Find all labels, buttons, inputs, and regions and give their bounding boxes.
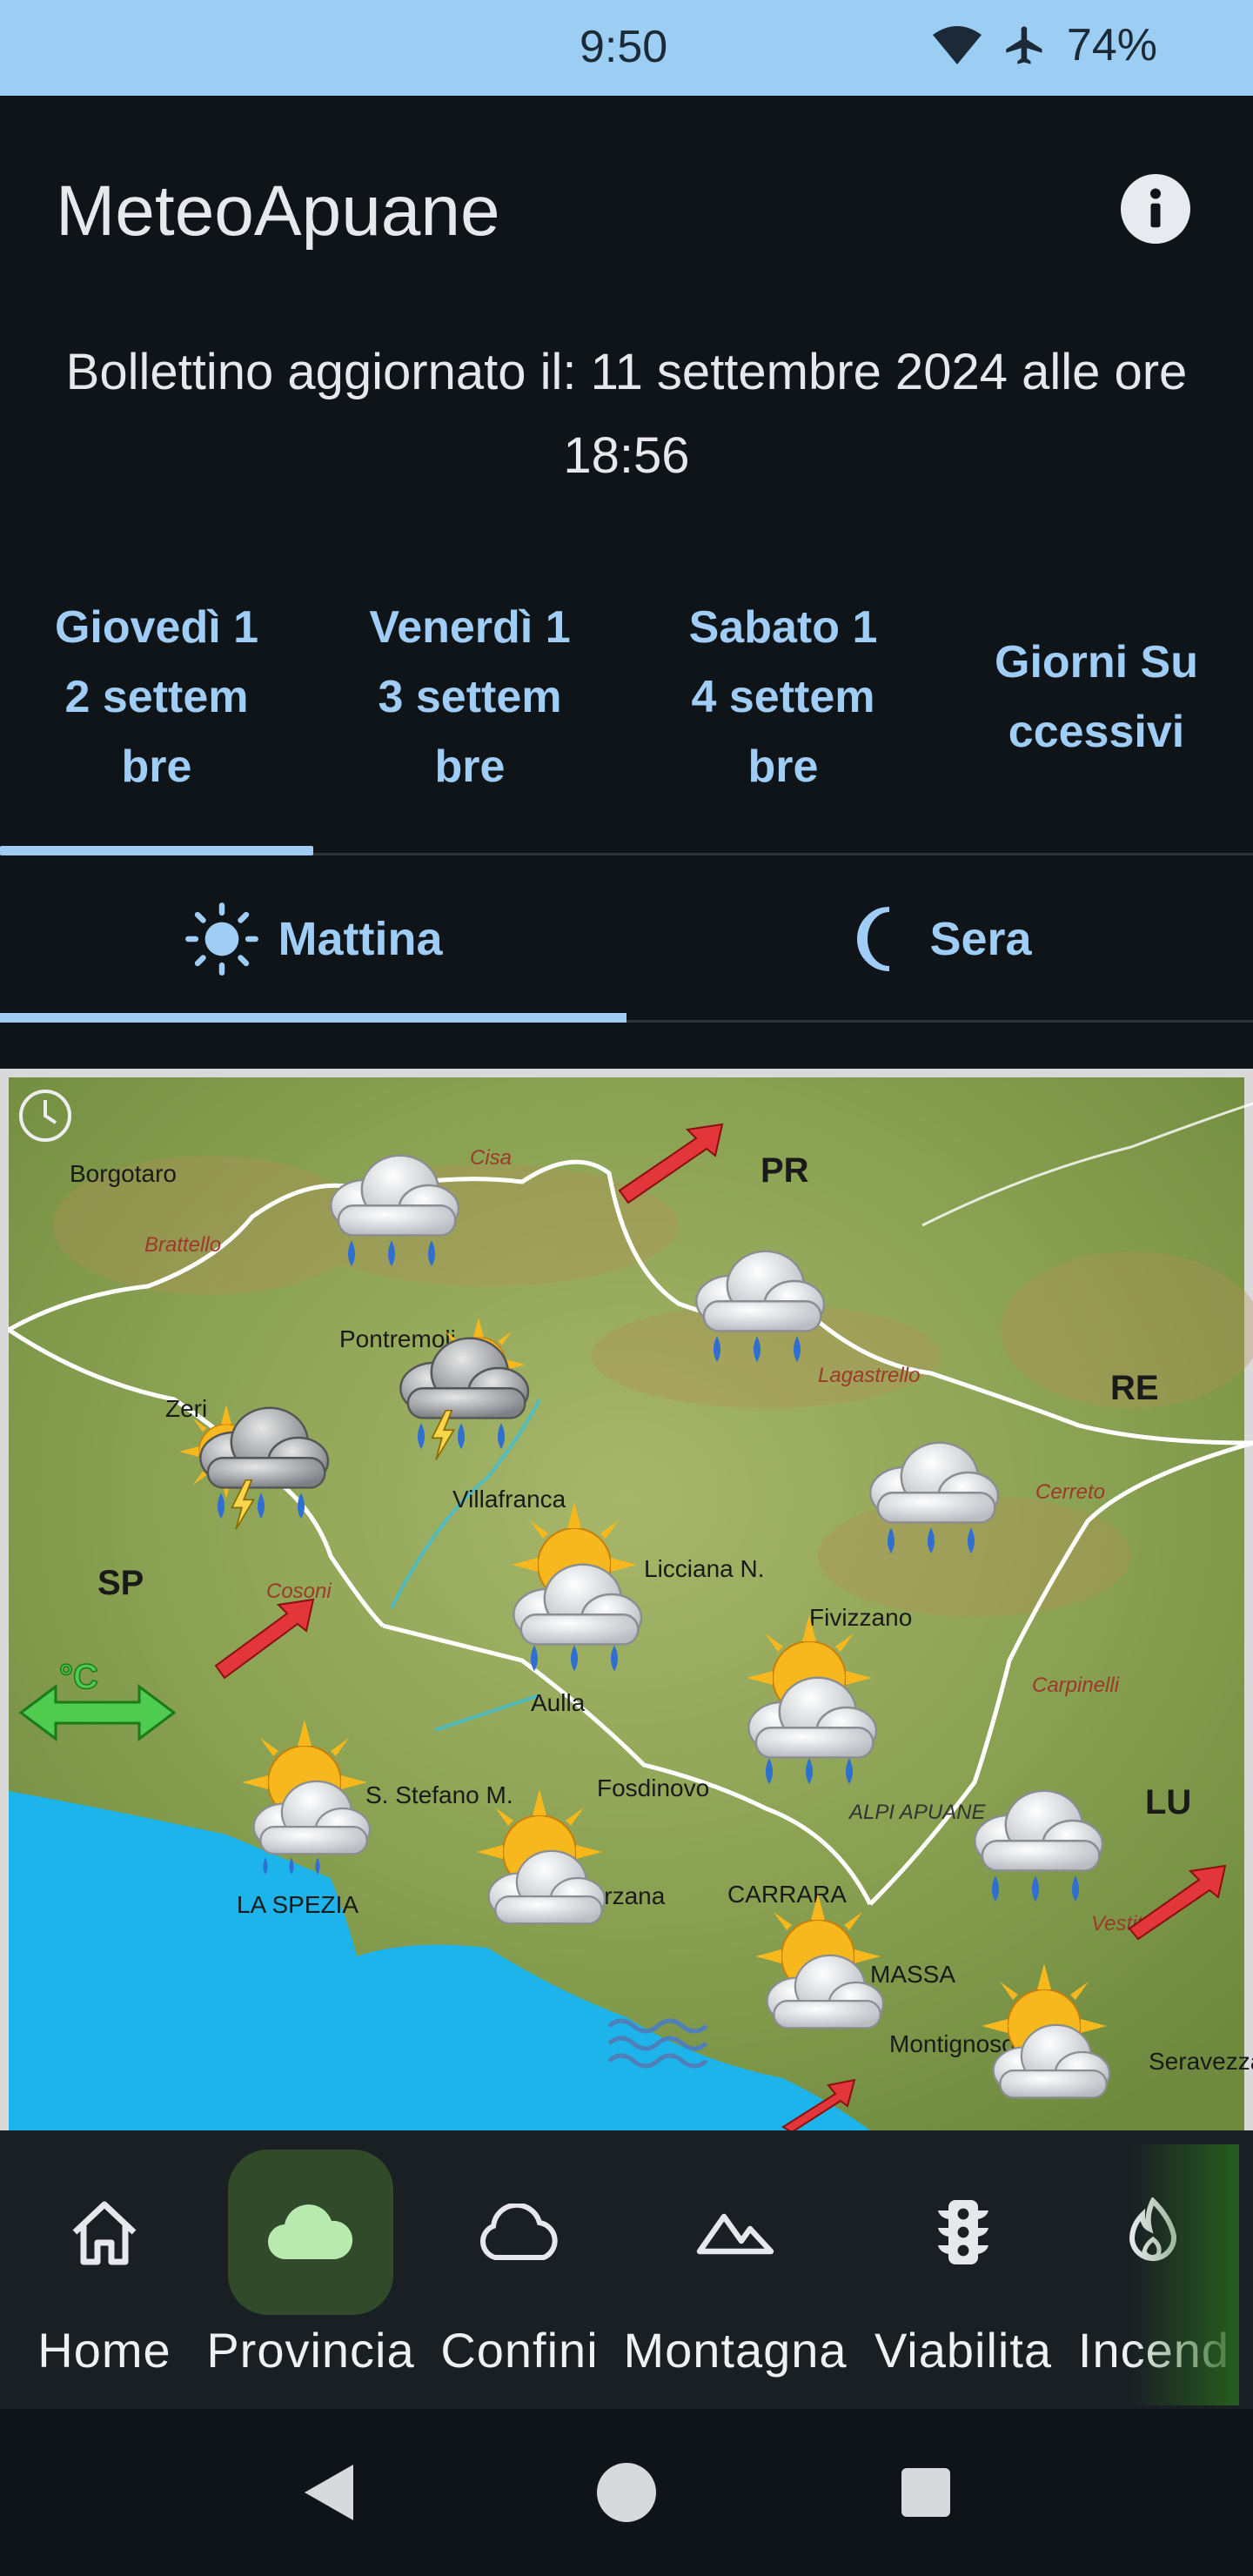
- home-button[interactable]: [595, 2461, 658, 2524]
- place-label: MASSA: [870, 1961, 955, 1988]
- nav-provincia[interactable]: Provincia: [200, 2130, 421, 2409]
- place-label: S. Stefano M.: [365, 1781, 513, 1808]
- place-label: CARRARA: [727, 1881, 847, 1908]
- place-label: Licciana N.: [644, 1555, 765, 1582]
- nav-pill: [653, 2150, 818, 2315]
- nav-label: Home: [37, 2323, 171, 2378]
- nav-pill-active: [228, 2150, 393, 2315]
- home-icon: [72, 2201, 137, 2265]
- battery-percent: 74%: [1066, 20, 1157, 70]
- nav-label: Confini: [440, 2323, 599, 2378]
- place-label: Cisa: [470, 1146, 512, 1170]
- tab-day-1[interactable]: Giovedì 12 settembre: [0, 540, 313, 855]
- nav-label: Viabilita: [874, 2323, 1053, 2378]
- place-label: Brattello: [144, 1233, 221, 1257]
- nav-label: Montagna: [623, 2323, 848, 2378]
- place-label: Montignoso: [889, 2030, 1015, 2057]
- airplane-icon: [1006, 26, 1042, 64]
- nav-label: Provincia: [206, 2323, 415, 2378]
- tab-day-2[interactable]: Venerdì 13 settembre: [313, 540, 626, 855]
- moon-icon: [857, 907, 890, 971]
- place-label: Pontremoli: [339, 1325, 456, 1352]
- place-label: Seravezza: [1149, 2048, 1253, 2075]
- bottom-navigation: Home Provincia Confini Montagna Viabilit…: [0, 2130, 1253, 2409]
- tab-sera[interactable]: Sera: [626, 862, 1253, 1016]
- weather-map: Borgotaro Cisa Brattello PR Pontremoli Z…: [0, 1069, 1253, 2130]
- bulletin-update-text: Bollettino aggiornato il: 11 settembre 2…: [65, 344, 1188, 484]
- tab-mattina-label: Mattina: [278, 913, 443, 965]
- nav-pill: [881, 2150, 1046, 2315]
- recents-button[interactable]: [898, 2465, 954, 2520]
- nav-pill: [22, 2150, 187, 2315]
- place-label: Cerreto: [1035, 1480, 1105, 1504]
- tab-day-label: Giovedì 12 settembre: [54, 602, 259, 792]
- status-indicators: 74%: [931, 19, 1157, 71]
- app-title: MeteoApuane: [56, 171, 500, 251]
- nav-scroll-fade: [1131, 2144, 1239, 2405]
- nav-confini[interactable]: Confini: [435, 2130, 604, 2409]
- weather-map-canvas: Borgotaro Cisa Brattello PR Pontremoli Z…: [7, 1077, 1253, 2130]
- place-label: RE: [1110, 1369, 1159, 1407]
- info-icon: [1150, 188, 1161, 228]
- tab-day-label: Giorni Successivi: [995, 637, 1198, 757]
- place-label: PR: [761, 1151, 809, 1190]
- place-label: Fivizzano: [809, 1604, 912, 1631]
- nav-pill: [437, 2150, 602, 2315]
- place-label: Aulla: [531, 1689, 586, 1716]
- place-label: Zeri: [165, 1395, 207, 1422]
- info-button[interactable]: [1121, 174, 1190, 244]
- place-label: Borgotaro: [70, 1160, 177, 1187]
- nav-home[interactable]: Home: [21, 2130, 188, 2409]
- day-tabs: Giovedì 12 settembre Venerdì 13 settembr…: [0, 540, 1253, 855]
- status-time: 9:50: [580, 22, 668, 72]
- tab-mattina[interactable]: Mattina: [0, 862, 626, 1016]
- back-button[interactable]: [298, 2461, 357, 2524]
- system-navigation-bar: [0, 2409, 1253, 2576]
- temperature-symbol: °C: [59, 1658, 98, 1696]
- mountain-icon: [696, 2213, 774, 2255]
- place-label: Carpinelli: [1032, 1674, 1120, 1697]
- place-label: Lagastrello: [818, 1364, 920, 1387]
- tab-sera-label: Sera: [929, 913, 1032, 965]
- tab-day-label: Venerdì 13 settembre: [369, 602, 571, 792]
- cloud-filled-icon: [267, 2204, 353, 2260]
- place-label: Cosoni: [266, 1580, 332, 1603]
- place-label: LU: [1145, 1783, 1191, 1821]
- sun-icon: [184, 902, 258, 976]
- place-label: SP: [97, 1564, 144, 1602]
- cloud-outline-icon: [480, 2204, 558, 2260]
- status-bar: 9:50 74%: [0, 0, 1253, 96]
- wifi-icon: [932, 26, 982, 64]
- place-label: Villafranca: [452, 1486, 566, 1513]
- tab-indicator: [0, 846, 313, 855]
- nav-viabilita[interactable]: Viabilita: [865, 2130, 1062, 2409]
- tab-day-label: Sabato 14 settembre: [688, 602, 878, 792]
- nav-montagna[interactable]: Montagna: [620, 2130, 851, 2409]
- period-tabs: Mattina Sera: [0, 862, 1253, 1016]
- place-label: LA SPEZIA: [237, 1891, 358, 1918]
- place-label: Fosdinovo: [597, 1774, 709, 1801]
- period-indicator: [0, 1013, 626, 1023]
- tab-day-3[interactable]: Sabato 14 settembre: [626, 540, 940, 855]
- traffic-light-icon: [938, 2200, 988, 2264]
- tab-next-days[interactable]: Giorni Successivi: [940, 540, 1253, 855]
- place-label: ALPI APUANE: [848, 1801, 986, 1824]
